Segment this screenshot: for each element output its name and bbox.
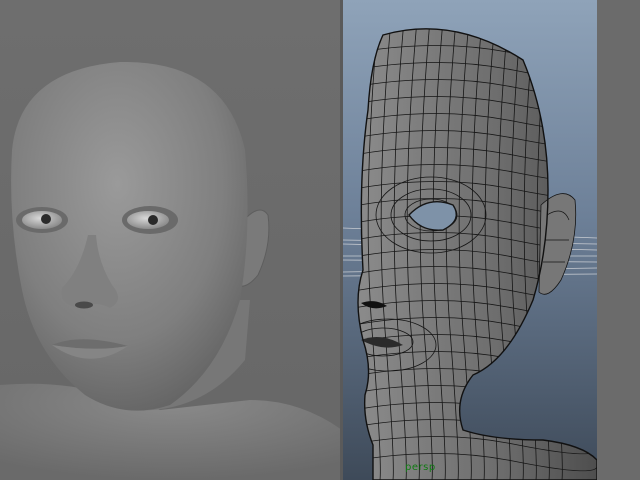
head-wireframe	[343, 28, 597, 480]
camera-label: persp	[405, 462, 436, 473]
right-side-strip	[597, 0, 640, 480]
head-render	[0, 61, 342, 480]
head-surface	[11, 61, 248, 411]
perspective-viewport[interactable]: persp	[343, 0, 597, 480]
right-pupil	[148, 215, 158, 225]
nostril	[75, 301, 93, 309]
render-view-panel	[0, 0, 342, 480]
left-pupil	[41, 214, 51, 224]
